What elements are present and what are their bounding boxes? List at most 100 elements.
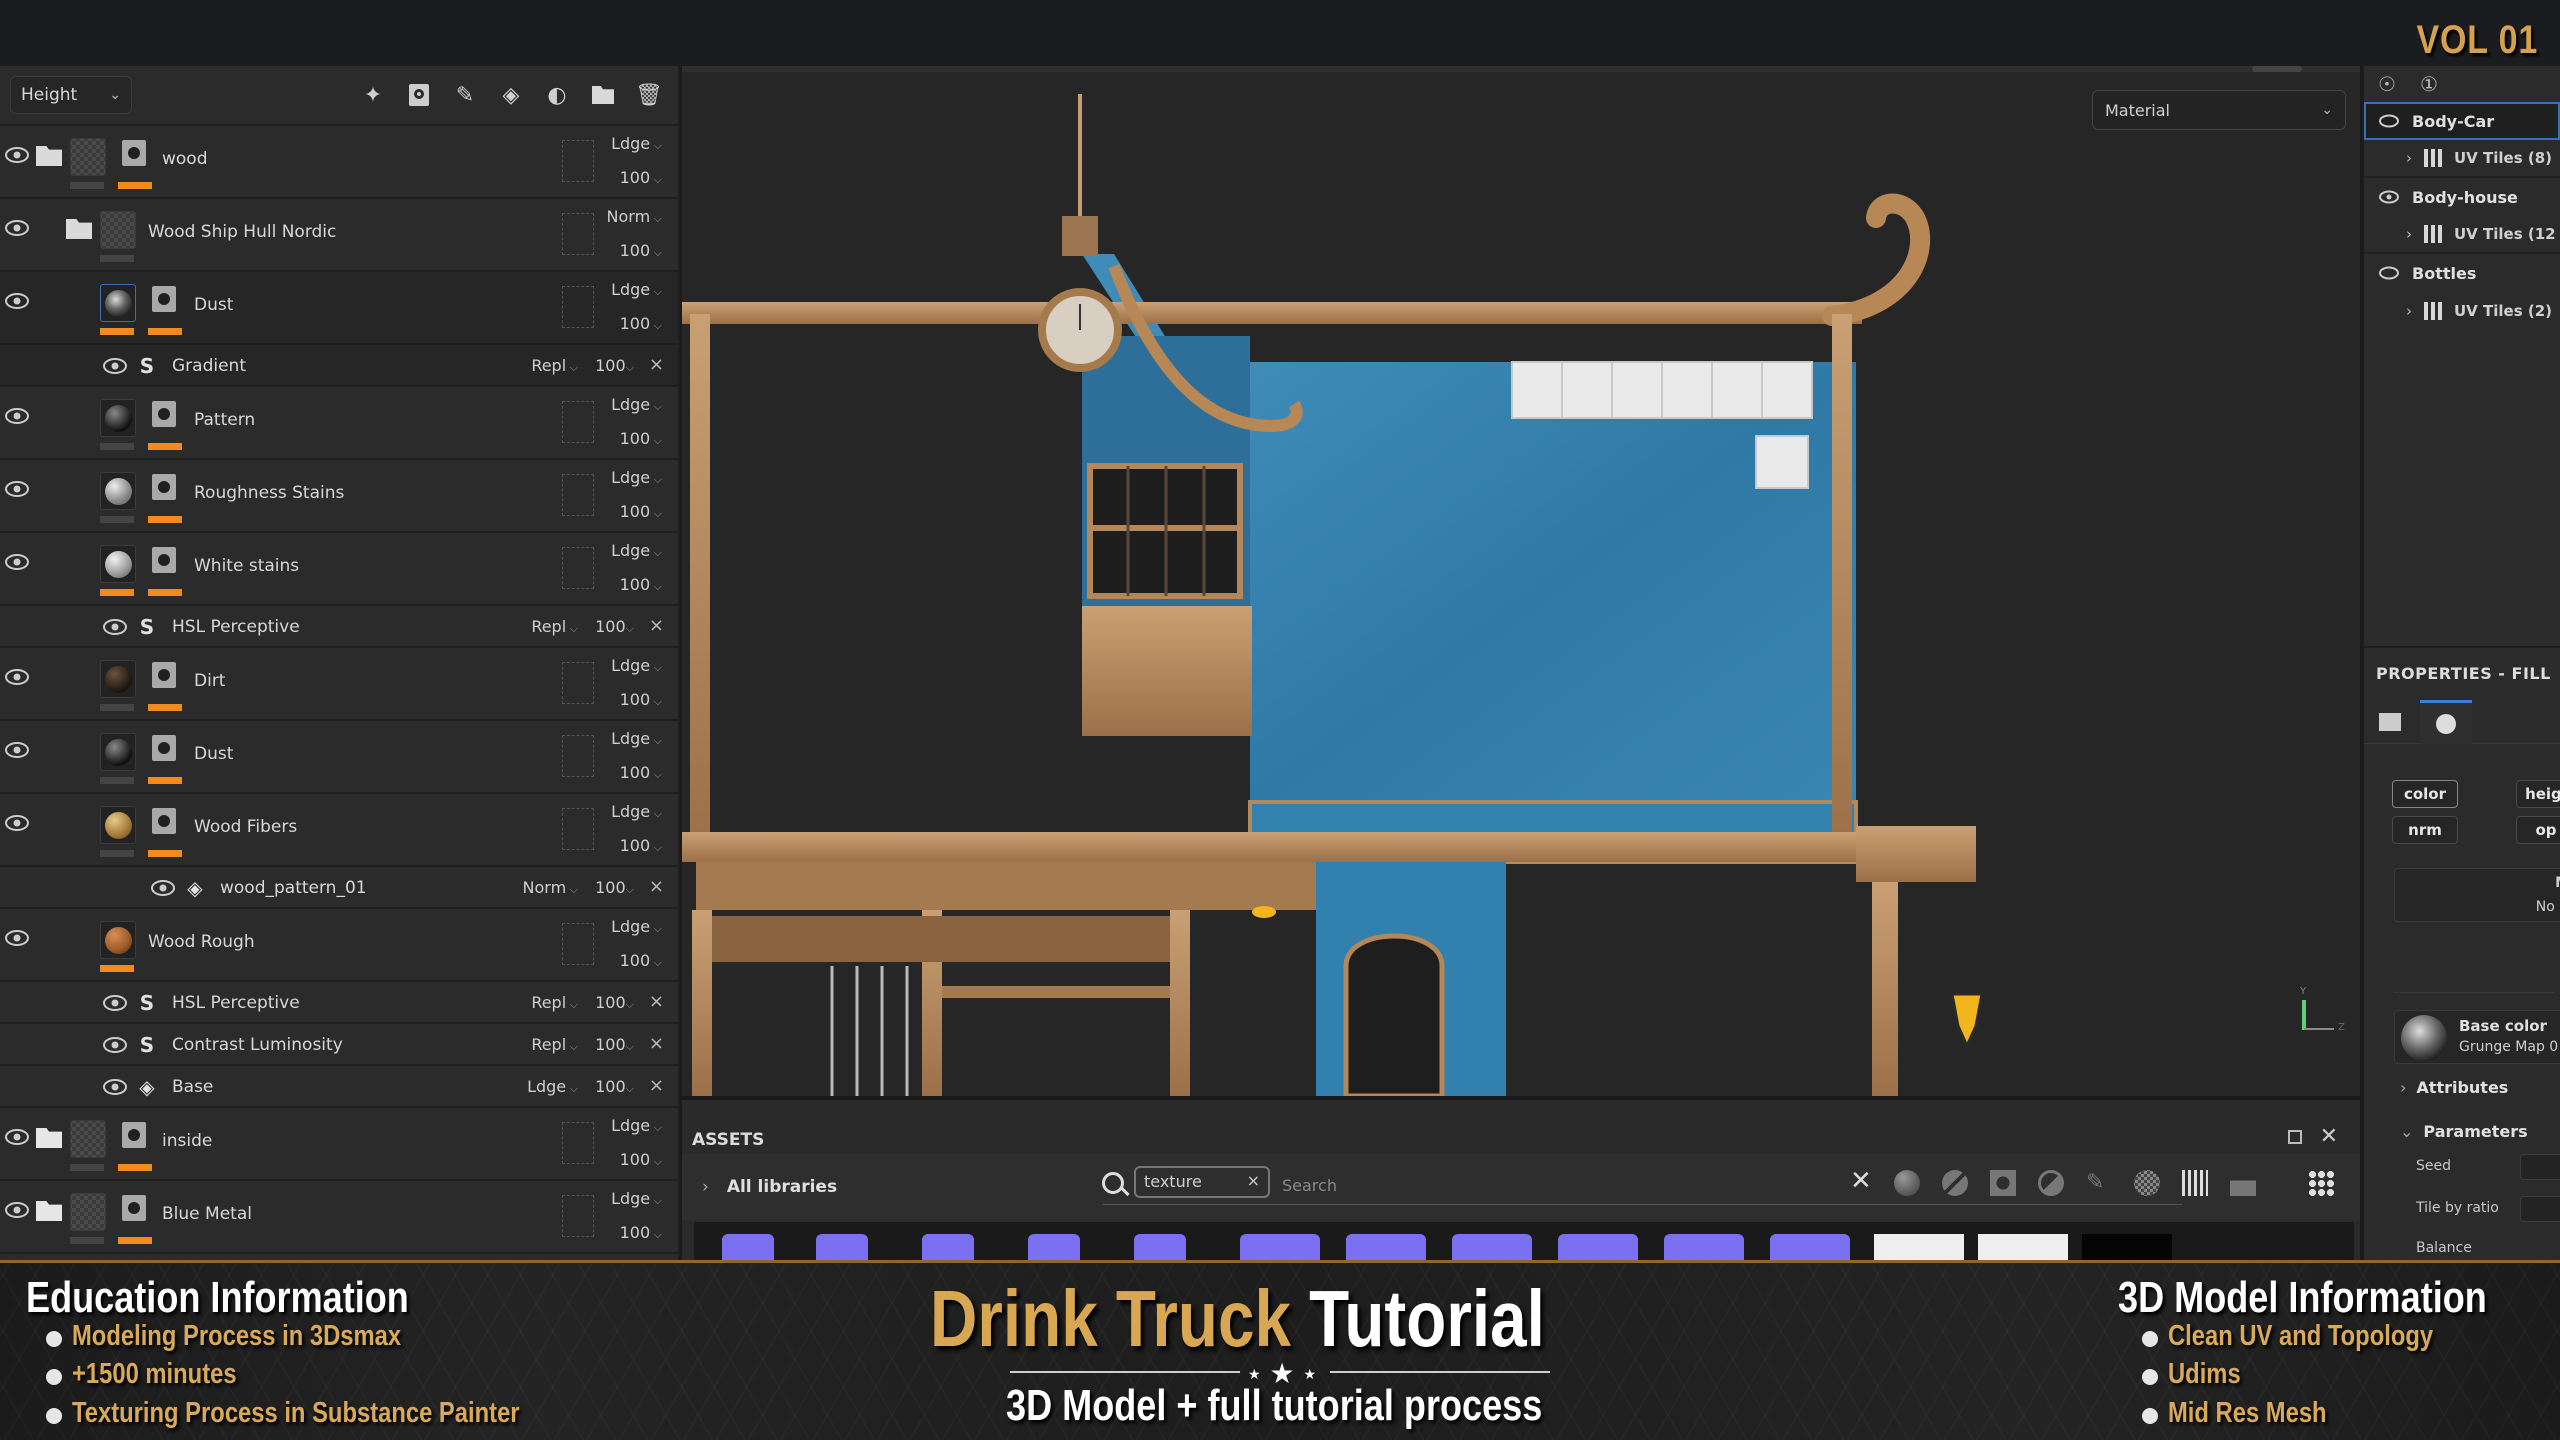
opacity-select[interactable]: 100 <box>602 575 662 594</box>
blend-mode-select[interactable]: Ldge <box>527 1077 578 1096</box>
drink-truck-model[interactable] <box>682 66 2360 1096</box>
visibility-settings-icon[interactable]: ☉ <box>2378 72 2396 96</box>
remove-effect-icon[interactable]: × <box>649 615 664 636</box>
asset-thumbnail[interactable] <box>1028 1234 1080 1260</box>
channel-select[interactable]: Height ⌄ <box>10 76 132 114</box>
uv-tiles-row[interactable]: › UV Tiles (8) <box>2364 140 2560 178</box>
search-filter-chip[interactable]: texture × <box>1134 1166 1270 1198</box>
base-color-slot[interactable]: Base color Grunge Map 0 <box>2394 1010 2560 1064</box>
asset-thumbnail[interactable] <box>1558 1234 1638 1260</box>
3d-viewport[interactable]: Material ⌄ Y Z <box>682 66 2360 1096</box>
opacity-select[interactable]: 100 <box>602 429 662 448</box>
effect-row[interactable]: S Contrast Luminosity Repl 100 × <box>0 1024 678 1066</box>
texture-set-body-house[interactable]: Body-house <box>2364 178 2560 216</box>
asset-thumbnail[interactable] <box>1874 1234 1964 1260</box>
layer-row[interactable]: Dirt Ldge 100 <box>0 648 678 721</box>
eye-icon[interactable] <box>4 929 30 947</box>
mask-icon[interactable] <box>122 140 146 166</box>
blend-mode-select[interactable]: Ldge <box>602 468 662 487</box>
filter-materials-icon[interactable] <box>1894 1170 1920 1196</box>
blend-mode-select[interactable]: Ldge <box>602 134 662 153</box>
eye-icon[interactable] <box>2378 190 2400 204</box>
eye-icon[interactable] <box>102 357 128 375</box>
eye-icon[interactable] <box>102 1036 128 1054</box>
chevron-right-icon[interactable]: › <box>2406 225 2412 243</box>
filter-environments-icon[interactable] <box>2230 1170 2256 1196</box>
chevron-right-icon[interactable]: › <box>2406 302 2412 320</box>
blend-mode-select[interactable]: Ldge <box>602 541 662 560</box>
remove-effect-icon[interactable]: × <box>649 991 664 1012</box>
effect-row[interactable]: S Gradient Repl 100 × <box>0 345 678 387</box>
mask-slot[interactable] <box>562 401 594 443</box>
layer-row[interactable]: White stains Ldge 100 <box>0 533 678 606</box>
eye-icon[interactable] <box>4 480 30 498</box>
remove-effect-icon[interactable]: × <box>649 1075 664 1096</box>
asset-thumbnail[interactable] <box>1664 1234 1744 1260</box>
blend-mode-select[interactable]: Ldge <box>602 1116 662 1135</box>
opacity-select[interactable]: 100 <box>602 502 662 521</box>
eye-icon[interactable] <box>4 292 30 310</box>
eye-icon[interactable] <box>4 1128 30 1146</box>
mask-icon[interactable] <box>122 1122 146 1148</box>
blend-mode-select[interactable]: Ldge <box>602 802 662 821</box>
channel-height-button[interactable]: heigl <box>2516 780 2560 808</box>
trash-icon[interactable]: 🗑 <box>635 81 663 109</box>
maximize-icon[interactable] <box>2288 1130 2302 1144</box>
layer-row[interactable]: inside Ldge 100 <box>0 1108 678 1181</box>
layer-row[interactable]: Blue Metal Ldge 100 <box>0 1181 678 1254</box>
eye-icon[interactable] <box>4 741 30 759</box>
mask-icon[interactable] <box>152 474 176 500</box>
layer-row[interactable]: Dust Ldge 100 <box>0 721 678 794</box>
mask-slot[interactable] <box>562 1195 594 1237</box>
blend-mode-select[interactable]: Repl <box>531 1035 578 1054</box>
filter-alphas-icon[interactable] <box>2134 1170 2160 1196</box>
eye-icon[interactable] <box>102 618 128 636</box>
tab-material[interactable] <box>2420 700 2472 744</box>
filter-brushes-icon[interactable]: ✎ <box>2086 1170 2112 1196</box>
mask-icon[interactable] <box>122 1195 146 1221</box>
opacity-select[interactable]: 100 <box>602 951 662 970</box>
blend-mode-select[interactable]: Repl <box>531 617 578 636</box>
paint-brush-icon[interactable]: ✎ <box>452 81 478 109</box>
asset-thumbnail[interactable] <box>1770 1234 1850 1260</box>
mask-icon[interactable] <box>152 401 176 427</box>
texture-set-bottles[interactable]: Bottles <box>2364 254 2560 292</box>
blend-mode-select[interactable]: Ldge <box>602 656 662 675</box>
blend-mode-select[interactable]: Ldge <box>602 280 662 299</box>
channel-color-button[interactable]: color <box>2392 780 2458 808</box>
blend-mode-select[interactable]: Repl <box>531 356 578 375</box>
blend-mode-select[interactable]: Norm <box>523 878 578 897</box>
eye-icon[interactable] <box>4 553 30 571</box>
close-icon[interactable]: ✕ <box>2320 1124 2338 1149</box>
blend-mode-select[interactable]: Ldge <box>602 729 662 748</box>
eye-icon[interactable] <box>4 146 30 164</box>
filter-smart-materials-icon[interactable] <box>1942 1170 1968 1196</box>
opacity-select[interactable]: 100 <box>595 878 634 897</box>
grid-view-icon[interactable] <box>2308 1170 2334 1196</box>
uv-tiles-row[interactable]: › UV Tiles (2) <box>2364 292 2560 330</box>
remove-effect-icon[interactable]: × <box>649 1033 664 1054</box>
parameters-section[interactable]: ⌄ Parameters <box>2400 1122 2528 1141</box>
mask-slot[interactable] <box>562 140 594 182</box>
filter-filters-icon[interactable] <box>2038 1170 2064 1196</box>
mask-slot[interactable] <box>562 547 594 589</box>
mask-slot[interactable] <box>562 286 594 328</box>
opacity-select[interactable]: 100 <box>595 993 634 1012</box>
folder-icon[interactable] <box>590 81 616 109</box>
remove-effect-icon[interactable]: × <box>649 876 664 897</box>
asset-thumbnail[interactable] <box>816 1234 868 1260</box>
mask-slot[interactable] <box>562 808 594 850</box>
effect-row[interactable]: S HSL Perceptive Repl 100 × <box>0 606 678 648</box>
eye-icon[interactable] <box>150 879 176 897</box>
seed-field[interactable] <box>2520 1154 2560 1180</box>
eye-icon[interactable] <box>4 219 30 237</box>
mask-icon[interactable] <box>152 286 176 312</box>
opacity-select[interactable]: 100 <box>602 690 662 709</box>
effect-row[interactable]: S HSL Perceptive Repl 100 × <box>0 982 678 1024</box>
filter-smart-masks-icon[interactable] <box>1990 1170 2016 1196</box>
opacity-select[interactable]: 100 <box>602 314 662 333</box>
mask-icon[interactable] <box>152 808 176 834</box>
layer-row[interactable]: wood Ldge 100 <box>0 126 678 199</box>
mask-slot[interactable] <box>562 735 594 777</box>
opacity-select[interactable]: 100 <box>602 763 662 782</box>
